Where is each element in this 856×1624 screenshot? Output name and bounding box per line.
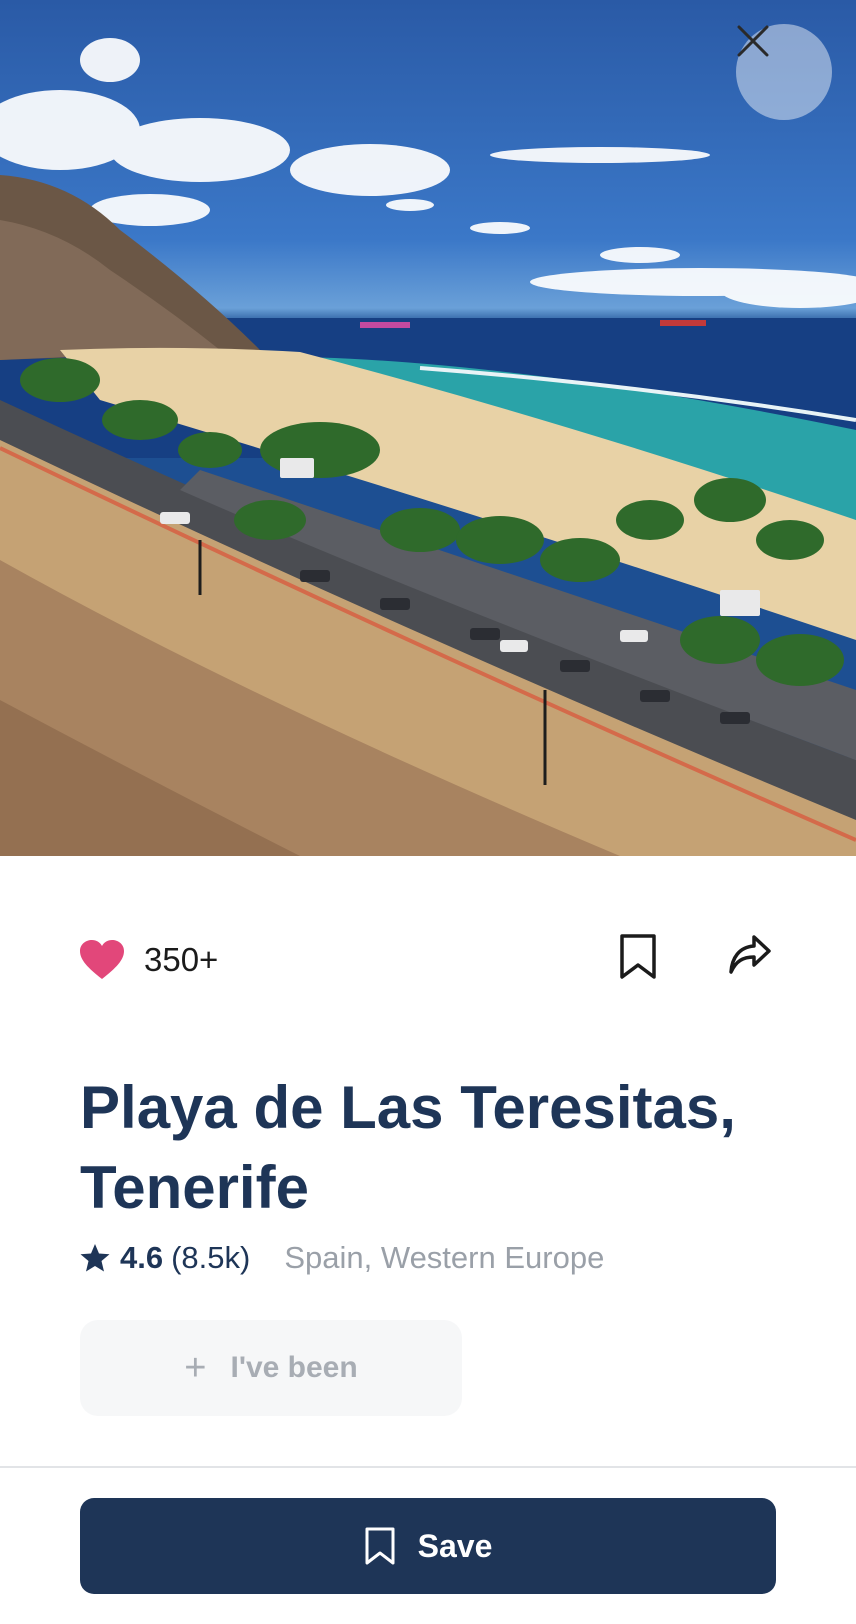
rating-value: 4.6 <box>120 1240 164 1275</box>
place-meta: 4.6 (8.5k) Spain, Western Europe <box>80 1240 604 1276</box>
review-count: (8.5k) <box>171 1240 251 1275</box>
heart-icon <box>80 940 124 979</box>
save-button[interactable]: Save <box>80 1498 776 1594</box>
ive-been-label: I've been <box>230 1351 358 1384</box>
share-icon <box>729 935 771 974</box>
plus-icon: + <box>184 1346 207 1389</box>
divider <box>0 1466 856 1468</box>
save-bookmark-icon <box>365 1527 395 1565</box>
bookmark-icon <box>364 1527 396 1565</box>
like-button[interactable]: 350+ <box>80 940 218 980</box>
star-icon <box>80 1244 110 1272</box>
save-label: Save <box>417 1527 493 1564</box>
ive-been-button[interactable]: + I've been <box>80 1320 462 1416</box>
close-icon <box>737 25 769 57</box>
hero-photo <box>0 0 856 856</box>
like-count: 350+ <box>144 941 219 978</box>
bookmark-button[interactable] <box>618 934 666 990</box>
close-button[interactable] <box>736 24 832 120</box>
page-title: Playa de Las Teresitas, Tenerife <box>80 1074 736 1221</box>
beach-landscape-image <box>0 38 856 856</box>
location-text: Spain, Western Europe <box>284 1240 605 1275</box>
bookmark-icon <box>620 934 656 979</box>
action-bar: 350+ <box>0 930 856 1000</box>
share-button[interactable] <box>728 934 780 990</box>
